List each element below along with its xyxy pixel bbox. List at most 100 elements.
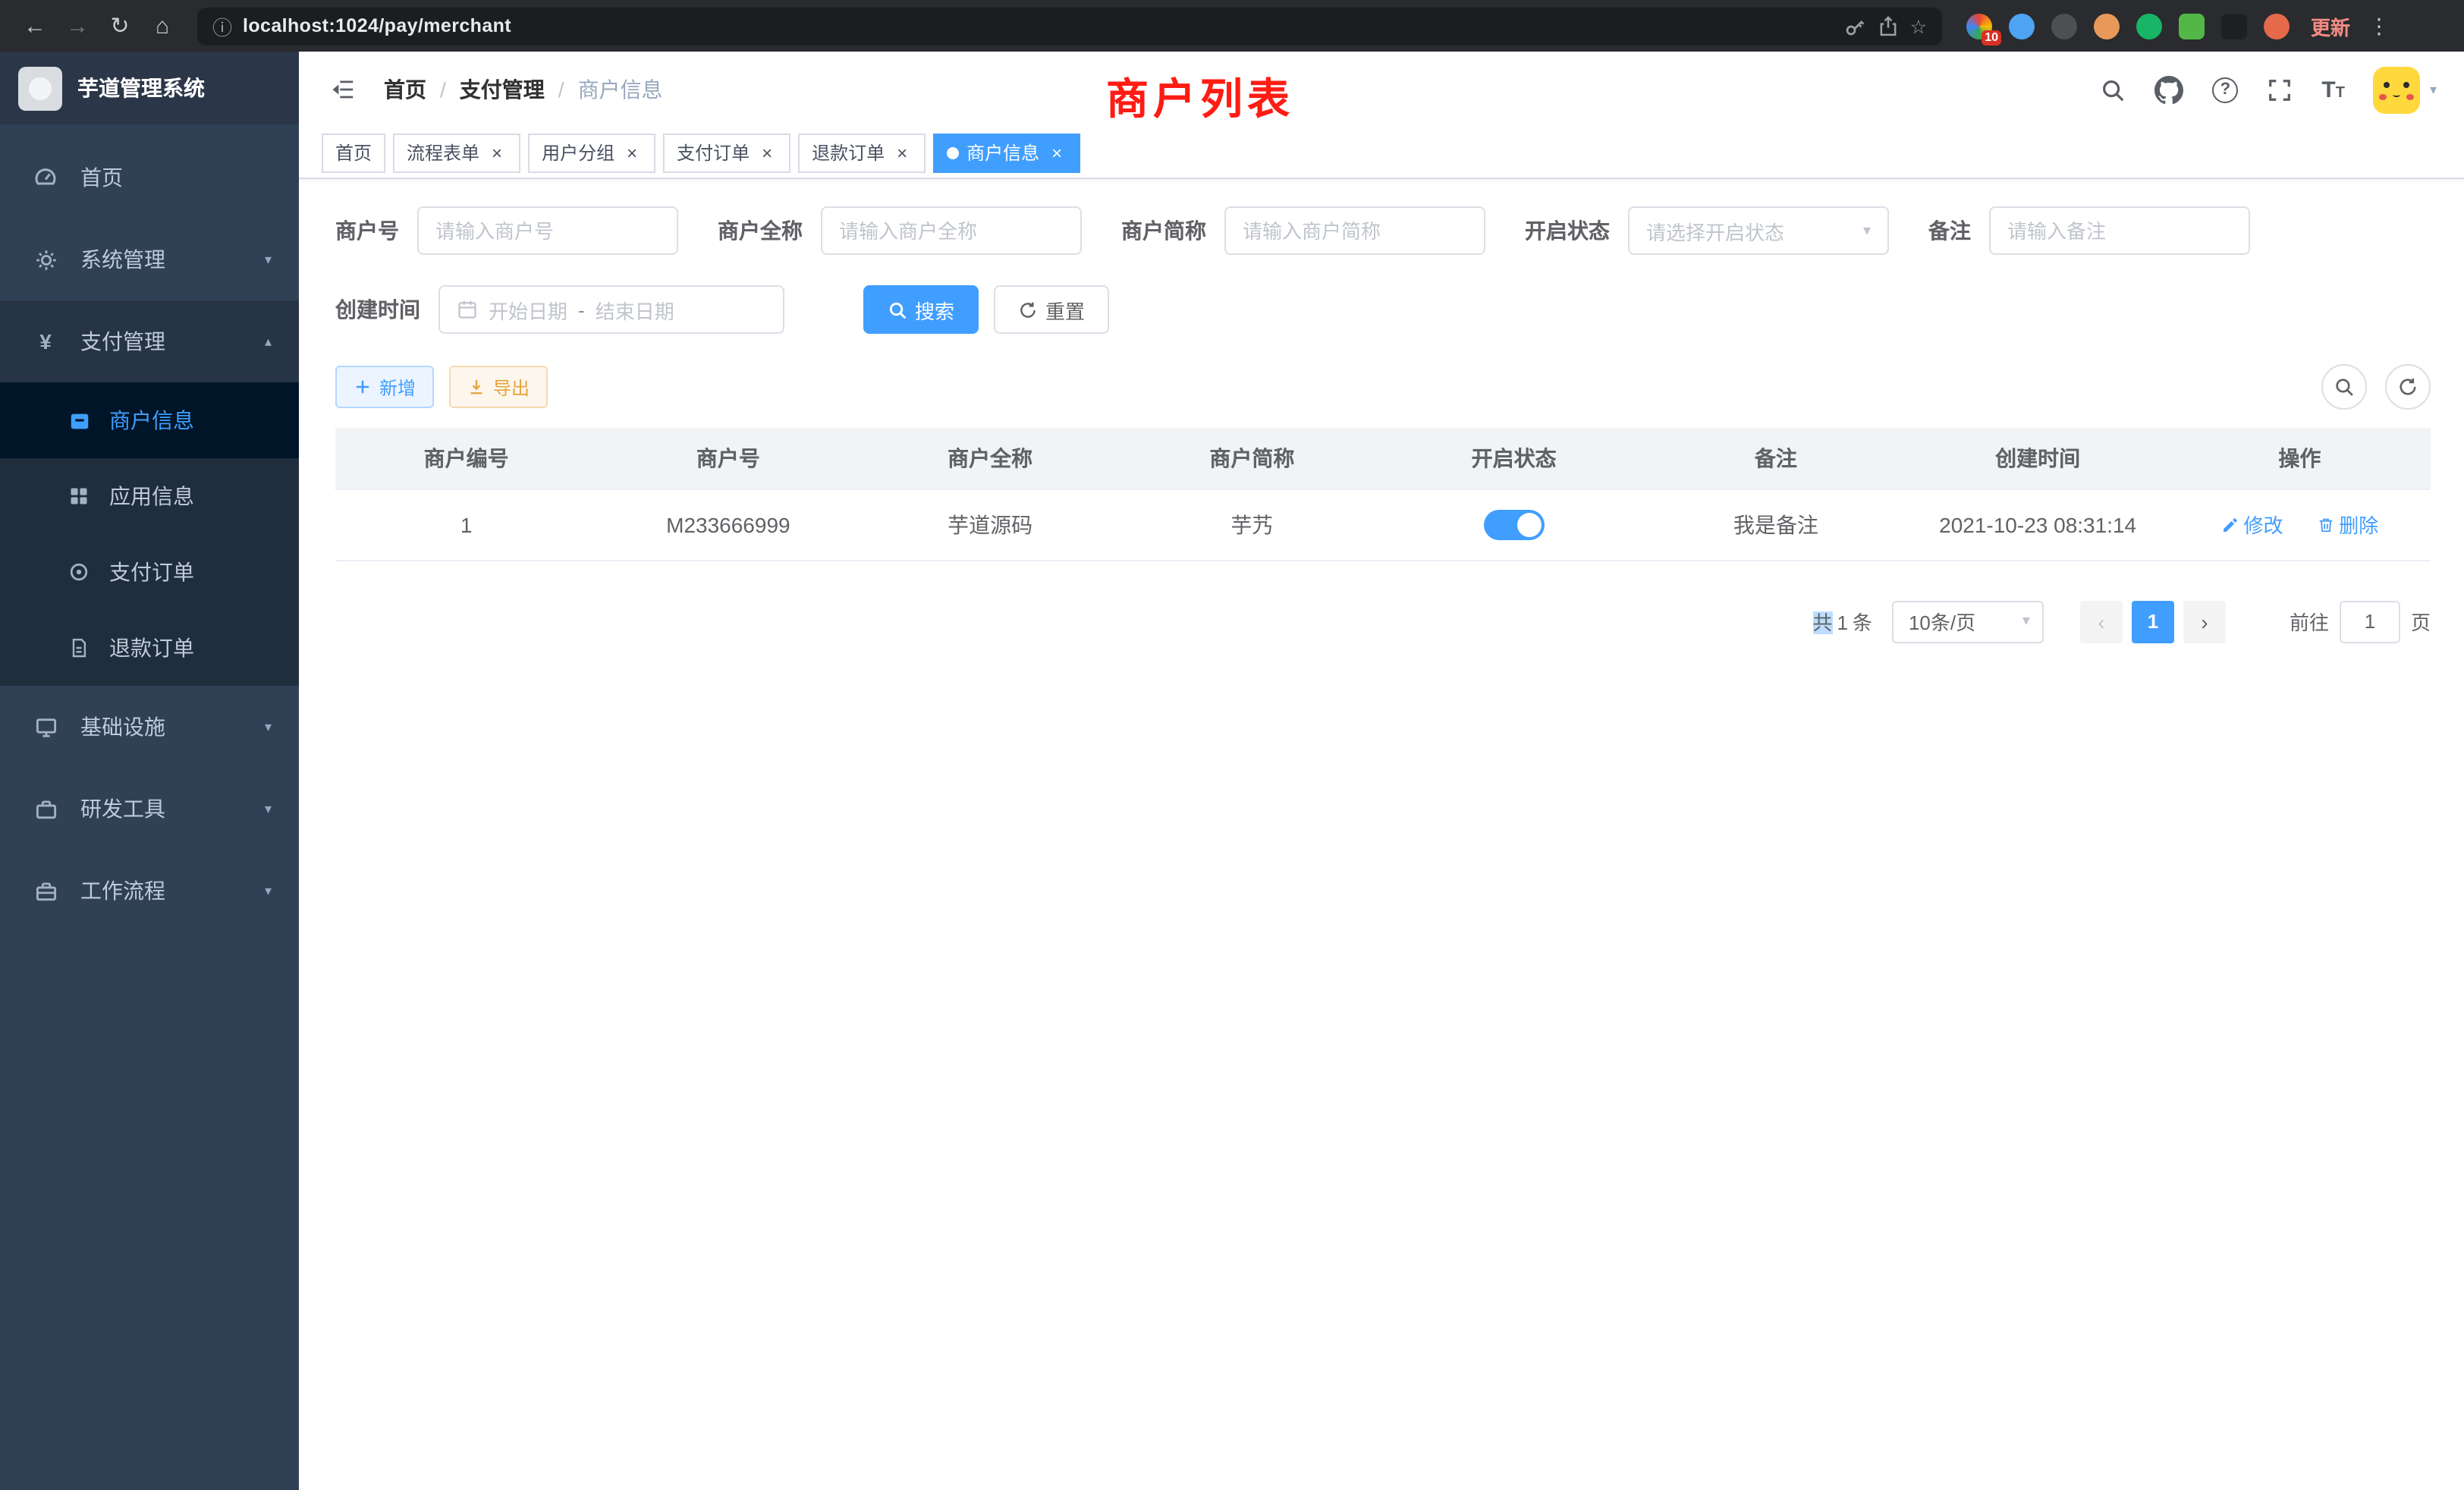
- total-count: 1: [1837, 611, 1847, 634]
- hamburger-icon[interactable]: [314, 76, 372, 103]
- share-icon[interactable]: [1877, 14, 1900, 37]
- sidebar-item-payment-order[interactable]: 支付订单: [0, 534, 299, 610]
- full-name-input[interactable]: [839, 219, 1064, 242]
- filter-label: 商户全称: [718, 215, 803, 246]
- tab-merchant-info[interactable]: 商户信息 ×: [933, 133, 1080, 172]
- tab-label: 首页: [335, 140, 372, 165]
- start-date-placeholder: 开始日期: [489, 295, 567, 324]
- chevron-down-icon: ▾: [265, 882, 272, 899]
- tab-label: 流程表单: [407, 140, 479, 165]
- sidebar-item-merchant-info[interactable]: 商户信息: [0, 382, 299, 458]
- status-toggle[interactable]: [1484, 509, 1545, 539]
- close-icon[interactable]: ×: [487, 143, 507, 162]
- extension-icon-green-square[interactable]: [2179, 13, 2205, 39]
- search-icon: [888, 300, 907, 319]
- chevron-down-icon: ▾: [265, 800, 272, 817]
- col-header-actions: 操作: [2169, 428, 2431, 489]
- close-icon[interactable]: ×: [892, 143, 912, 162]
- fullscreen-icon[interactable]: [2267, 77, 2293, 102]
- sidebar-item-label: 基础设施: [80, 712, 244, 742]
- cell-remark: 我是备注: [1645, 489, 1906, 560]
- sidebar-logo[interactable]: 芋道管理系统: [0, 52, 299, 124]
- status-select[interactable]: 请选择开启状态 ▾: [1628, 206, 1889, 255]
- select-placeholder: 请选择开启状态: [1646, 216, 1784, 245]
- document-icon: [67, 637, 91, 659]
- toolbox-icon: [32, 797, 59, 820]
- cell-create-time: 2021-10-23 08:31:14: [1907, 489, 2169, 560]
- tab-process-form[interactable]: 流程表单 ×: [393, 133, 520, 172]
- plus-icon: [354, 378, 372, 396]
- extension-icon-avatar2[interactable]: [2264, 13, 2290, 39]
- site-info-icon[interactable]: ⓘ: [212, 11, 232, 40]
- bookmark-star-icon[interactable]: ☆: [1910, 14, 1927, 37]
- search-button[interactable]: 搜索: [863, 285, 979, 334]
- export-button[interactable]: 导出: [449, 366, 548, 408]
- tab-home[interactable]: 首页: [322, 133, 385, 172]
- add-button[interactable]: 新增: [335, 366, 434, 408]
- breadcrumb-separator: /: [558, 77, 564, 102]
- main-area: 首页 / 支付管理 / 商户信息 商户列表 ?: [299, 52, 2464, 1490]
- extension-icon-blue[interactable]: [2009, 13, 2035, 39]
- sidebar-item-refund-order[interactable]: 退款订单: [0, 610, 299, 686]
- reset-button[interactable]: 重置: [994, 285, 1109, 334]
- filter-label: 商户简称: [1121, 215, 1206, 246]
- remark-input[interactable]: [2007, 219, 2232, 242]
- current-page-button[interactable]: 1: [2132, 600, 2174, 643]
- reload-icon[interactable]: ↻: [100, 6, 140, 46]
- refresh-table-button[interactable]: [2385, 364, 2431, 410]
- sidebar-item-label: 研发工具: [80, 794, 244, 824]
- browser-menu-icon[interactable]: ⋮: [2368, 13, 2390, 39]
- edit-link[interactable]: 修改: [2220, 510, 2283, 539]
- user-avatar-menu[interactable]: ▾: [2374, 66, 2437, 113]
- close-icon[interactable]: ×: [1047, 143, 1067, 162]
- extension-icon-black[interactable]: [2221, 13, 2247, 39]
- tab-user-group[interactable]: 用户分组 ×: [528, 133, 655, 172]
- tab-payment-order[interactable]: 支付订单 ×: [663, 133, 790, 172]
- close-icon[interactable]: ×: [757, 143, 777, 162]
- sidebar-item-dev-tools[interactable]: 研发工具 ▾: [0, 768, 299, 850]
- reset-button-label: 重置: [1045, 295, 1085, 324]
- calendar-icon: [457, 299, 478, 320]
- dashboard-icon: [32, 165, 59, 190]
- breadcrumb-home[interactable]: 首页: [384, 74, 426, 105]
- extension-icon-avatar1[interactable]: [2094, 13, 2120, 39]
- app-shell: 芋道管理系统 首页 系统管理 ▾ ¥: [0, 52, 2464, 1490]
- tab-refund-order[interactable]: 退款订单 ×: [798, 133, 926, 172]
- date-range-picker[interactable]: 开始日期 - 结束日期: [438, 285, 784, 334]
- sidebar-item-infrastructure[interactable]: 基础设施 ▾: [0, 686, 299, 768]
- sidebar-item-app-info[interactable]: 应用信息: [0, 458, 299, 534]
- browser-update-button[interactable]: 更新: [2311, 11, 2350, 40]
- back-icon[interactable]: ←: [15, 6, 55, 46]
- help-icon[interactable]: ?: [2212, 77, 2238, 102]
- extension-icon-dark[interactable]: [2051, 13, 2077, 39]
- address-bar[interactable]: ⓘ localhost:1024/pay/merchant ☆: [197, 7, 1942, 45]
- sidebar-item-label: 首页: [80, 162, 278, 193]
- extension-icon-colorful[interactable]: 10: [1966, 13, 1992, 39]
- home-icon[interactable]: ⌂: [143, 6, 182, 46]
- forward-icon[interactable]: →: [58, 6, 97, 46]
- next-page-button[interactable]: ›: [2183, 600, 2226, 643]
- breadcrumb-payment[interactable]: 支付管理: [460, 74, 545, 105]
- extension-icon-green-circle[interactable]: [2136, 13, 2162, 39]
- sidebar-item-home[interactable]: 首页: [0, 137, 299, 218]
- filter-label: 备注: [1928, 215, 1971, 246]
- toggle-search-button[interactable]: [2321, 364, 2367, 410]
- total-suffix: 条: [1853, 611, 1872, 634]
- font-size-icon[interactable]: TT: [2321, 77, 2345, 102]
- sidebar-item-system[interactable]: 系统管理 ▾: [0, 218, 299, 300]
- delete-link-label: 删除: [2339, 510, 2378, 539]
- page-size-select[interactable]: 10条/页 ▾: [1892, 600, 2044, 643]
- short-name-input[interactable]: [1243, 219, 1467, 242]
- search-icon[interactable]: [2100, 77, 2126, 102]
- close-icon[interactable]: ×: [622, 143, 642, 162]
- goto-page-input[interactable]: [2340, 600, 2400, 643]
- sidebar-item-payment[interactable]: ¥ 支付管理 ▴: [0, 300, 299, 382]
- delete-link[interactable]: 删除: [2316, 510, 2378, 539]
- tab-label: 商户信息: [966, 140, 1039, 165]
- prev-page-button[interactable]: ‹: [2080, 600, 2123, 643]
- sidebar-item-workflow[interactable]: 工作流程 ▾: [0, 850, 299, 932]
- password-key-icon[interactable]: [1843, 14, 1866, 37]
- caret-down-icon: ▾: [1863, 222, 1871, 239]
- merchant-no-input[interactable]: [435, 219, 660, 242]
- github-icon[interactable]: [2154, 75, 2183, 104]
